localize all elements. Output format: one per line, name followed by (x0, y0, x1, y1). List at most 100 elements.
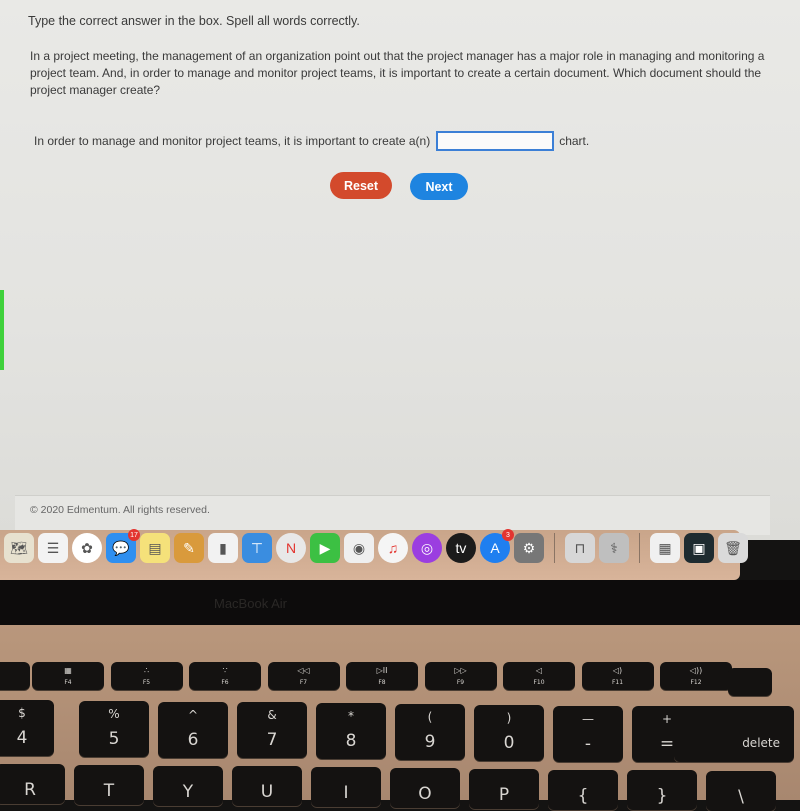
dock-pages-icon[interactable]: ✎ (174, 533, 204, 563)
answer-prefix: In order to manage and monitor project t… (34, 134, 431, 148)
dock-maps-icon[interactable]: 🗺 (4, 533, 34, 563)
reminders-glyph: ☰ (46, 539, 60, 556)
dock-podcasts-icon[interactable]: ◎ (412, 533, 442, 563)
key-t[interactable]: T (74, 764, 144, 805)
podcasts-glyph: ◎ (420, 539, 434, 556)
dock-photos-icon[interactable]: ✿ (72, 533, 102, 563)
key-0[interactable]: ) 0 (474, 704, 544, 761)
answer-input[interactable] (436, 131, 555, 151)
function-key-icon: ▷II (376, 666, 388, 675)
key-symbol: } (656, 786, 668, 807)
key-r[interactable]: R (0, 764, 65, 804)
dock-screenshot-icon[interactable]: ◉ (344, 533, 374, 563)
document-window-glyph: ▦ (658, 539, 672, 556)
screen-bezel (0, 580, 800, 625)
key-symbol: 9 (424, 732, 436, 752)
function-key-icon: ▦ (64, 666, 72, 675)
dock-safari-window-icon[interactable]: ▣ (684, 533, 714, 563)
dock-disk-utility-icon[interactable]: ⚕ (599, 533, 629, 563)
key-symbol: 5 (108, 728, 120, 749)
key-u[interactable]: U (232, 766, 302, 807)
key-shift-symbol: ^ (187, 707, 199, 722)
key-f9[interactable]: ▷▷ F9 (424, 662, 497, 690)
dock-keynote-icon[interactable]: ⊤ (242, 533, 272, 563)
safari-window-glyph: ▣ (692, 539, 706, 556)
dock-system-preferences-icon[interactable]: ⚙ (514, 533, 544, 563)
key-f10[interactable]: ◁ F10 (503, 662, 575, 690)
key-4[interactable]: $4 (0, 700, 54, 756)
key-f3[interactable] (0, 662, 30, 690)
dock-system-information-icon[interactable]: ⊓ (565, 533, 595, 563)
next-button[interactable]: Next (410, 173, 468, 200)
apple-tv-glyph: tv (455, 540, 467, 556)
key-p[interactable]: P (469, 768, 539, 809)
key-shift-symbol: $ (18, 706, 26, 720)
dock-app-store-icon[interactable]: A3 (480, 529, 514, 563)
dock-trash-icon[interactable]: 🗑 (718, 533, 748, 563)
dock-separator (639, 533, 640, 563)
maps-glyph: 🗺 (10, 539, 28, 556)
answer-row: In order to manage and monitor project t… (34, 131, 589, 151)
question-text: In a project meeting, the management of … (30, 49, 765, 97)
system-information-glyph: ⊓ (574, 539, 586, 556)
key-symbol: 7 (266, 730, 278, 751)
news-glyph: N (285, 540, 297, 556)
dock-reminders-icon[interactable]: ☰ (38, 533, 68, 563)
key-power[interactable] (728, 668, 772, 696)
dock-document-window-icon[interactable]: ▦ (650, 533, 680, 563)
key-6[interactable]: ^ 6 (158, 701, 228, 758)
function-key-icon: ∵ (222, 666, 228, 675)
function-key-icon: ◁◁ (297, 666, 310, 675)
dock-apple-tv-icon[interactable]: tv (446, 533, 476, 563)
screenshot-glyph: ◉ (352, 539, 366, 556)
question-content: Type the correct answer in the box. Spel… (28, 10, 768, 99)
key--[interactable]: — - (553, 705, 623, 762)
keynote-glyph: ⊤ (250, 539, 264, 556)
system-preferences-glyph: ⚙ (522, 539, 536, 556)
key-f12[interactable]: ◁)) F12 (660, 662, 732, 690)
dock-icons: 🗺 ☰ ✿ 💬 17 ▤ ✎ ▮ ⊤ N ▶ ◉ ♫ ◎ tv A 3 ⚙ ⊓ ⚕ ▦ ▣ 🗑 (4, 529, 748, 563)
key-f6[interactable]: ∵ F6 (189, 662, 261, 690)
key-f5[interactable]: ∴ F5 (110, 662, 183, 690)
key-f11[interactable]: ◁) F11 (581, 662, 654, 690)
function-key-icon: ∴ (143, 666, 150, 675)
trash-glyph: 🗑 (724, 539, 742, 556)
reset-button[interactable]: Reset (330, 172, 392, 199)
key-f8[interactable]: ▷II F8 (346, 662, 418, 690)
left-edge-strip (0, 290, 4, 370)
numbers-glyph: ▮ (219, 539, 227, 556)
dock-music-icon[interactable]: ♫ (378, 533, 408, 563)
function-key-icon: ◁ (535, 666, 543, 675)
function-key-label: F6 (221, 679, 229, 686)
function-key-icon: ▷▷ (454, 666, 467, 675)
app-store-glyph: A (490, 540, 500, 556)
key-o[interactable]: O (390, 768, 460, 808)
key-symbol: Y (182, 781, 194, 802)
function-key-label: F7 (299, 679, 308, 686)
key-}[interactable]: } (627, 770, 697, 811)
screen: Type the correct answer in the box. Spel… (0, 0, 800, 540)
dock-messages-icon[interactable]: 💬 17 (106, 529, 140, 563)
key-i[interactable]: I (311, 767, 381, 808)
dock-notes-icon[interactable]: ▤ (140, 533, 170, 563)
instructions-text: Type the correct answer in the box. Spel… (28, 14, 360, 28)
key-9[interactable]: (9 (395, 704, 465, 760)
dock-facetime-icon[interactable]: ▶ (310, 533, 340, 563)
function-key-label: F12 (690, 679, 702, 686)
key-f7[interactable]: ◁◁ F7 (267, 662, 340, 690)
key-8[interactable]: * 8 (316, 703, 386, 760)
key-symbol: I (343, 783, 349, 804)
function-key-label: F11 (611, 679, 624, 686)
dock-numbers-icon[interactable]: ▮ (208, 533, 238, 563)
key-7[interactable]: & 7 (237, 702, 307, 759)
device-label: MacBook Air (214, 596, 287, 611)
dock-news-icon[interactable]: N (276, 533, 306, 563)
key-shift-symbol: * (348, 709, 354, 724)
key-{[interactable]: { (548, 769, 618, 810)
function-key-label: F4 (64, 679, 72, 686)
key-f4[interactable]: ▦ F4 (32, 662, 104, 690)
key-shift-symbol: % (108, 706, 120, 721)
key-\[interactable]: \ (706, 771, 776, 811)
key-5[interactable]: % 5 (79, 700, 149, 757)
key-delete[interactable]: delete (674, 706, 794, 762)
